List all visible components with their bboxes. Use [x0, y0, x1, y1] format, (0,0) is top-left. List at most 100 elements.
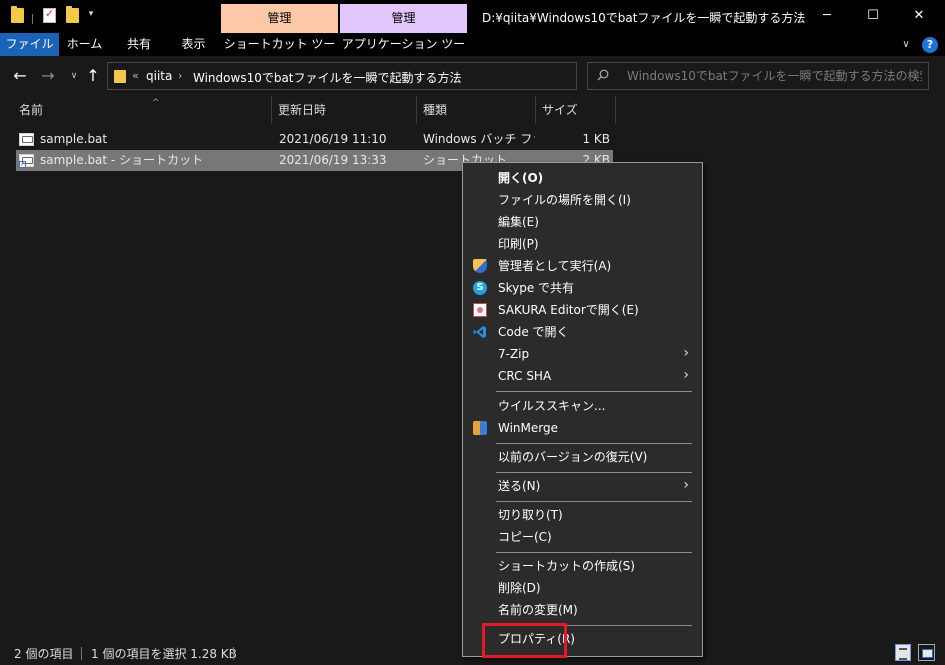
- menu-item-delete[interactable]: 削除(D): [464, 577, 701, 599]
- status-divider: [81, 647, 82, 660]
- properties-icon[interactable]: [43, 7, 56, 23]
- menu-item-label: CRC SHA: [498, 369, 552, 383]
- context-tab-manage-shortcut: 管理: [221, 4, 338, 33]
- tab-share[interactable]: 共有: [110, 33, 168, 56]
- menu-item-label: 印刷(P): [498, 237, 539, 251]
- search-box[interactable]: [587, 62, 929, 90]
- file-type: Windows バッチ ファ...: [423, 132, 535, 146]
- menu-item-open-sakura[interactable]: SAKURA Editorで開く(E): [464, 299, 701, 321]
- menu-item-label: WinMerge: [498, 421, 558, 435]
- navigation-bar: ← → ∨ ↑ « qiita › Windows10でbatファイルを一瞬で起…: [0, 56, 945, 96]
- menu-item-virus-scan[interactable]: ウイルススキャン...: [464, 395, 701, 417]
- tab-file[interactable]: ファイル: [0, 33, 59, 56]
- menu-item-label: 管理者として実行(A): [498, 259, 612, 273]
- quick-access-divider: [32, 14, 33, 24]
- folder-icon: [114, 70, 126, 83]
- minimize-button[interactable]: ─: [804, 0, 850, 33]
- menu-item-send-to[interactable]: 送る(N) ›: [464, 475, 701, 497]
- file-name: sample.bat - ショートカット: [40, 153, 204, 167]
- winmerge-icon: [473, 421, 487, 435]
- column-header: 名前 ^ 更新日時 種類 サイズ: [0, 96, 945, 124]
- tab-application-tools[interactable]: アプリケーション ツール: [340, 33, 467, 73]
- menu-item-crc-sha[interactable]: CRC SHA ›: [464, 365, 701, 387]
- submenu-arrow-icon: ›: [683, 477, 689, 493]
- large-icons-view-icon[interactable]: [918, 644, 935, 661]
- menu-item-label: 7-Zip: [498, 347, 530, 361]
- menu-item-label: ウイルススキャン...: [498, 399, 606, 413]
- column-header-date[interactable]: 更新日時: [273, 96, 417, 124]
- folder-icon[interactable]: [11, 6, 24, 23]
- search-input[interactable]: [627, 67, 922, 85]
- column-header-type[interactable]: 種類: [418, 96, 536, 124]
- breadcrumb-item-qiita[interactable]: qiita: [146, 69, 172, 83]
- menu-item-7zip[interactable]: 7-Zip ›: [464, 343, 701, 365]
- menu-item-label: SAKURA Editorで開く(E): [498, 303, 639, 317]
- menu-item-label: 名前の変更(M): [498, 603, 578, 617]
- menu-item-label: 開く(O): [498, 171, 544, 185]
- context-menu: 開く(O) ファイルの場所を開く(I) 編集(E) 印刷(P) 管理者として実行…: [462, 162, 703, 657]
- menu-item-create-shortcut[interactable]: ショートカットの作成(S): [464, 555, 701, 577]
- vscode-icon: [473, 326, 486, 338]
- menu-item-share-skype[interactable]: S Skype で共有: [464, 277, 701, 299]
- maximize-button[interactable]: ☐: [850, 0, 896, 33]
- status-item-count: 2 個の項目: [14, 647, 74, 661]
- menu-separator: [496, 501, 692, 502]
- sort-ascending-icon: ^: [152, 98, 160, 108]
- highlight-annotation-box: [482, 623, 567, 658]
- menu-item-label: コピー(C): [498, 530, 552, 544]
- menu-item-run-as-admin[interactable]: 管理者として実行(A): [464, 255, 701, 277]
- menu-item-open-code[interactable]: Code で開く: [464, 321, 701, 343]
- menu-separator: [496, 472, 692, 473]
- breadcrumb-overflow-icon[interactable]: «: [132, 69, 139, 82]
- file-row-sample-bat[interactable]: sample.bat 2021/06/19 11:10 Windows バッチ …: [16, 129, 613, 150]
- menu-item-print[interactable]: 印刷(P): [464, 233, 701, 255]
- column-name-label: 名前: [19, 103, 44, 117]
- column-header-name[interactable]: 名前 ^: [14, 96, 272, 124]
- address-bar[interactable]: « qiita › Windows10でbatファイルを一瞬で起動する方法 ∨ …: [107, 62, 667, 90]
- details-view-icon[interactable]: [895, 644, 911, 661]
- help-icon[interactable]: ?: [922, 37, 938, 53]
- breadcrumb-item-current-folder[interactable]: Windows10でbatファイルを一瞬で起動する方法: [193, 69, 462, 86]
- ribbon-tab-bar: ファイル ホーム 共有 表示 ショートカット ツール アプリケーション ツール …: [0, 33, 945, 73]
- close-button[interactable]: ✕: [896, 0, 942, 33]
- column-header-size[interactable]: サイズ: [537, 96, 616, 124]
- menu-item-copy[interactable]: コピー(C): [464, 526, 701, 548]
- menu-separator: [496, 391, 692, 392]
- submenu-arrow-icon: ›: [683, 345, 689, 361]
- file-date: 2021/06/19 11:10: [279, 132, 387, 146]
- tab-home[interactable]: ホーム: [59, 33, 110, 56]
- breadcrumb-separator-icon[interactable]: ›: [178, 69, 182, 82]
- menu-item-label: 編集(E): [498, 215, 539, 229]
- shortcut-file-icon: ↗: [19, 154, 34, 168]
- window-title: D:¥qiita¥Windows10でbatファイルを一瞬で起動する方法: [482, 11, 806, 25]
- back-arrow-icon[interactable]: ←: [9, 66, 31, 86]
- menu-item-label: 削除(D): [498, 581, 541, 595]
- batch-file-icon: [19, 133, 34, 146]
- file-size: 1 KB: [582, 132, 610, 146]
- menu-separator: [496, 552, 692, 553]
- menu-item-edit[interactable]: 編集(E): [464, 211, 701, 233]
- forward-arrow-icon[interactable]: →: [37, 66, 59, 86]
- tab-view[interactable]: 表示: [168, 33, 219, 56]
- menu-item-label: 以前のバージョンの復元(V): [498, 450, 648, 464]
- file-date: 2021/06/19 13:33: [279, 153, 387, 167]
- menu-item-winmerge[interactable]: WinMerge: [464, 417, 701, 439]
- tab-shortcut-tools[interactable]: ショートカット ツール: [221, 33, 338, 73]
- menu-item-label: 送る(N): [498, 479, 541, 493]
- new-folder-icon[interactable]: [66, 6, 79, 23]
- shortcut-arrow-icon: ↗: [19, 161, 26, 168]
- menu-item-cut[interactable]: 切り取り(T): [464, 504, 701, 526]
- status-selection: 1 個の項目を選択 1.28 KB: [91, 647, 237, 661]
- up-arrow-icon[interactable]: ↑: [82, 66, 104, 86]
- menu-item-open[interactable]: 開く(O): [464, 167, 701, 189]
- title-bar: ▾ 管理 管理 D:¥qiita¥Windows10でbatファイルを一瞬で起動…: [0, 0, 945, 33]
- menu-item-open-file-location[interactable]: ファイルの場所を開く(I): [464, 189, 701, 211]
- uac-shield-icon: [473, 259, 487, 273]
- submenu-arrow-icon: ›: [683, 367, 689, 383]
- file-name: sample.bat: [40, 132, 108, 146]
- menu-item-restore-previous-versions[interactable]: 以前のバージョンの復元(V): [464, 446, 701, 468]
- menu-separator: [496, 443, 692, 444]
- customize-quick-access-icon[interactable]: ▾: [86, 9, 96, 19]
- expand-ribbon-icon[interactable]: ∨: [896, 36, 916, 54]
- menu-item-rename[interactable]: 名前の変更(M): [464, 599, 701, 621]
